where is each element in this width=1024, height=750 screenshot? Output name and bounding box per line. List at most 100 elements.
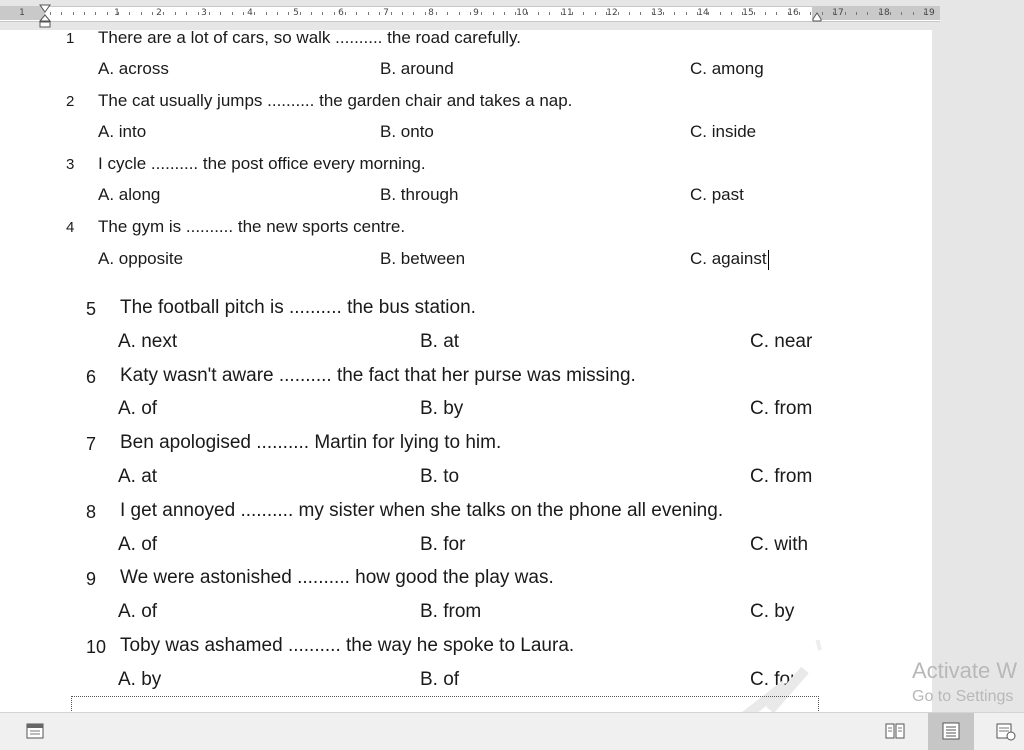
ruler-tick (254, 12, 255, 15)
option-a: A. next (118, 331, 178, 352)
ruler-tick (209, 12, 210, 15)
option-a: A. of (118, 601, 158, 622)
ruler-tick (799, 12, 800, 15)
option-b: B. onto (380, 122, 434, 141)
option-b: B. to (420, 466, 460, 487)
ruler-tick (663, 12, 664, 15)
ruler-tick (141, 12, 142, 15)
ruler-tick (595, 12, 596, 15)
option-b: B. of (420, 669, 460, 690)
question-number: 9 (86, 569, 97, 589)
option-c: C. inside (690, 122, 757, 141)
left-indent-marker-icon[interactable] (39, 4, 51, 28)
question-number: 8 (86, 502, 97, 522)
print-layout-button[interactable] (928, 713, 974, 750)
ruler-tick (606, 12, 607, 15)
ruler-tick (504, 12, 505, 15)
ruler-tick (708, 12, 709, 15)
ruler-tick (300, 12, 301, 15)
ruler-tick (583, 12, 584, 15)
question-stem: I cycle .......... the post office every… (98, 154, 426, 173)
ruler-tick (618, 12, 619, 15)
question-number: 5 (86, 299, 97, 319)
ruler-tick (61, 12, 62, 15)
ruler-tick (152, 12, 153, 15)
ruler-tick (425, 12, 426, 15)
ruler-number: 1 (114, 8, 120, 18)
ruler-tick (640, 12, 641, 15)
ruler-tick (198, 12, 199, 15)
horizontal-ruler[interactable]: 1 1 2 3 4 5 6 7 8 9 10 11 12 13 14 15 16… (0, 0, 1024, 30)
ruler-tick (890, 12, 891, 15)
ruler-tick (765, 12, 766, 15)
ruler-tick (879, 12, 880, 15)
right-indent-marker-icon[interactable] (812, 12, 822, 22)
question-number: 4 (66, 219, 75, 236)
option-b: B. by (420, 398, 464, 419)
ruler-tick (901, 12, 902, 15)
ruler-tick (220, 12, 221, 15)
option-c: C. past (690, 185, 744, 204)
macro-icon[interactable] (24, 721, 46, 741)
option-a: A. opposite (98, 249, 184, 268)
ruler-tick (356, 12, 357, 15)
ruler-number: 15 (742, 8, 754, 18)
question-stem: Katy wasn't aware .......... the fact th… (120, 365, 636, 386)
question-number: 2 (66, 93, 75, 110)
ruler-tick (856, 12, 857, 15)
ruler-tick (129, 12, 130, 15)
ruler-tick (334, 12, 335, 15)
ruler-tick (833, 12, 834, 15)
ruler-tick (277, 12, 278, 15)
ruler-number: 6 (338, 8, 344, 18)
ruler-tick (561, 12, 562, 15)
option-a: A. along (98, 185, 161, 204)
ruler-tick (95, 12, 96, 15)
ruler-tick (527, 12, 528, 15)
ruler-number: 9 (473, 8, 479, 18)
ruler-number: 1 (19, 8, 25, 18)
text-box-border[interactable] (71, 696, 819, 712)
ruler-tick (788, 12, 789, 15)
ruler-tick (776, 12, 777, 15)
ruler-tick (118, 12, 119, 15)
option-c: C. near (750, 331, 813, 352)
ruler-tick (50, 12, 51, 15)
question-stem: Ben apologised .......... Martin for lyi… (120, 432, 502, 453)
option-b: B. between (380, 249, 466, 268)
question-number: 1 (66, 30, 75, 47)
question-stem: The gym is .......... the new sports cen… (98, 217, 406, 236)
ruler-tick (538, 12, 539, 15)
ruler-tick (742, 12, 743, 15)
option-b: B. around (380, 59, 454, 78)
question-number: 10 (86, 637, 107, 657)
ruler-tick (686, 12, 687, 15)
option-b: B. for (420, 534, 466, 555)
ruler-tick (924, 12, 925, 15)
option-c: C. from (750, 466, 813, 487)
option-c: C. by (750, 601, 795, 622)
option-c: C. from (750, 398, 813, 419)
ruler-tick (391, 12, 392, 15)
question-stem: The football pitch is .......... the bus… (120, 297, 476, 318)
ruler-number: 2 (156, 8, 162, 18)
ruler-tick (368, 12, 369, 15)
ruler-tick (402, 12, 403, 15)
ruler-tick (413, 12, 414, 15)
ruler-tick (470, 12, 471, 15)
ruler-tick (913, 12, 914, 15)
question-number: 3 (66, 156, 75, 173)
option-a: A. of (118, 398, 158, 419)
ruler-tick (73, 12, 74, 15)
document-page[interactable]: 1 There are a lot of cars, so walk .....… (0, 30, 932, 712)
question-stem: There are a lot of cars, so walk .......… (98, 30, 522, 47)
option-a: A. into (98, 122, 147, 141)
read-mode-icon[interactable] (884, 721, 906, 741)
print-layout-icon (942, 722, 960, 740)
ruler-tick (447, 12, 448, 15)
ruler-tick (754, 12, 755, 15)
option-c: C. with (750, 534, 809, 555)
option-a: A. by (118, 669, 162, 690)
web-layout-icon[interactable] (995, 721, 1017, 741)
ruler-number: 14 (697, 8, 709, 18)
